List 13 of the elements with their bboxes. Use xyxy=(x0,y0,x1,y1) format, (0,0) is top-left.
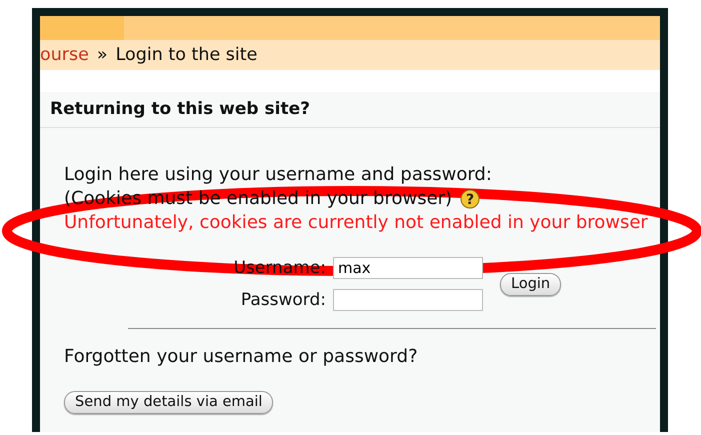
breadcrumb-current: Login to the site xyxy=(116,44,258,67)
breadcrumb-link[interactable]: ourse xyxy=(40,42,89,68)
password-field[interactable] xyxy=(333,289,483,311)
username-field[interactable]: max xyxy=(333,257,483,279)
error-message: Unfortunately, cookies are currently not enabled in your browser xyxy=(64,211,649,235)
field-label: Password: xyxy=(240,289,326,311)
send-details-button[interactable]: Send my details via email xyxy=(64,391,274,414)
panel-title: Returning to this web site? xyxy=(40,92,660,128)
forgot-text: Forgotten your username or password? xyxy=(64,345,419,369)
login-button[interactable]: Login xyxy=(500,272,562,296)
intro-text: Login here using your username and password: xyxy=(64,163,493,187)
breadcrumb-separator: » xyxy=(96,44,108,67)
help-icon[interactable]: ? xyxy=(460,189,480,209)
